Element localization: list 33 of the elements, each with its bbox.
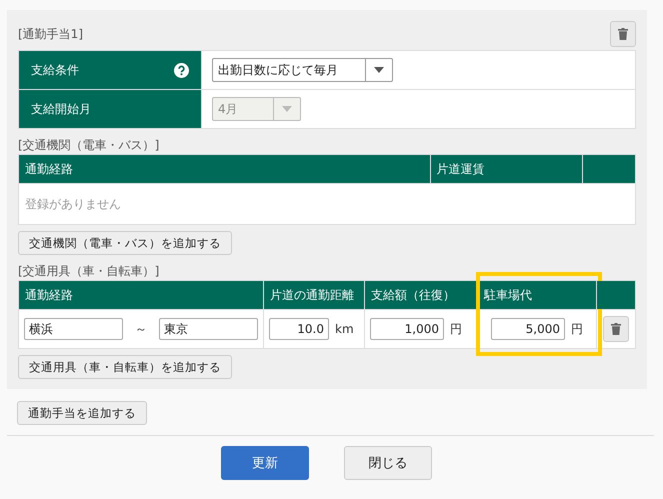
add-allowance-button[interactable]: 通勤手当を追加する bbox=[17, 401, 147, 425]
add-vehicle-button[interactable]: 交通用具（車・自転車）を追加する bbox=[18, 355, 232, 379]
column-header: 片道運賃 bbox=[430, 154, 583, 184]
select-field[interactable]: 出勤日数に応じて毎月 bbox=[212, 58, 393, 82]
add-transit-button[interactable]: 交通機関（電車・バス）を追加する bbox=[18, 231, 232, 255]
help-icon[interactable] bbox=[174, 62, 189, 78]
section-title: [通勤手当1] bbox=[18, 26, 83, 42]
column-header: 通勤経路 bbox=[18, 154, 430, 184]
tilde-text: ～ bbox=[135, 320, 147, 338]
column-header: 支給額（往復） bbox=[364, 280, 478, 310]
unit-text: 円 bbox=[571, 320, 583, 338]
close-button[interactable]: 閉じる bbox=[344, 446, 432, 480]
update-button[interactable]: 更新 bbox=[221, 446, 309, 480]
section-title: [交通用具（車・自転車）] bbox=[18, 263, 160, 280]
from-field[interactable]: 横浜 bbox=[24, 318, 123, 340]
section-title: [交通機関（電車・バス）] bbox=[18, 137, 160, 154]
unit-text: 円 bbox=[450, 320, 462, 338]
caret-icon bbox=[374, 67, 384, 73]
empty-message: 登録がありません bbox=[18, 184, 636, 224]
distance-field[interactable]: 10.0 bbox=[269, 318, 329, 340]
to-field[interactable]: 東京 bbox=[159, 318, 258, 340]
unit-text: km bbox=[335, 322, 354, 336]
column-header: 片道の通勤距離 bbox=[264, 280, 364, 310]
amount-field[interactable]: 1,000 bbox=[370, 318, 444, 340]
label-text: 支給条件 bbox=[31, 62, 79, 78]
column-header: 通勤経路 bbox=[18, 280, 264, 310]
delete-button[interactable] bbox=[610, 21, 636, 47]
label-text: 支給開始月 bbox=[31, 100, 91, 118]
trash-icon bbox=[611, 323, 621, 335]
delete-button[interactable] bbox=[603, 316, 629, 342]
parking-field[interactable]: 5,000 bbox=[491, 318, 565, 340]
trash-icon bbox=[618, 28, 628, 40]
caret-icon bbox=[282, 106, 292, 112]
